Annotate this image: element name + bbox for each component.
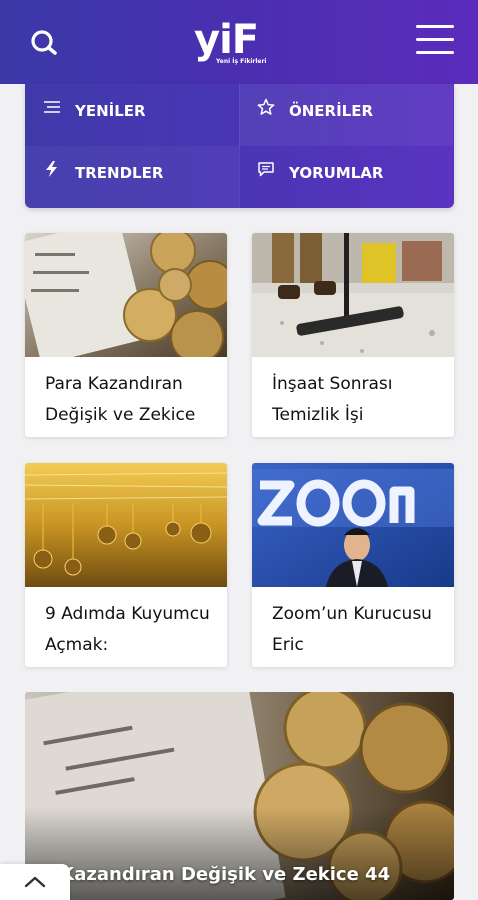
search-button[interactable] <box>26 26 62 60</box>
category-menu: YENİLER ÖNERİLER TRENDLER YORUMLAR <box>25 84 454 208</box>
article-card[interactable]: İnşaat Sonrası Temizlik İşi <box>252 233 454 437</box>
category-label: YENİLER <box>75 102 146 120</box>
article-title[interactable]: Zoom’un Kurucusu Eric <box>272 599 448 661</box>
chevron-up-icon <box>24 876 46 888</box>
hamburger-line <box>416 38 454 41</box>
comment-icon <box>258 162 274 177</box>
category-label: YORUMLAR <box>289 164 384 182</box>
article-thumbnail[interactable] <box>25 233 227 357</box>
hamburger-menu-icon <box>416 25 454 28</box>
category-label: TRENDLER <box>75 164 164 182</box>
featured-article-title[interactable]: ra Kazandıran Değişik ve Zekice 44 <box>33 864 390 885</box>
app-header: yiF Yeni İş Fikirleri <box>0 0 478 84</box>
category-label: ÖNERİLER <box>289 102 374 120</box>
scroll-to-top-button[interactable] <box>0 864 70 900</box>
zoom-founder-photo <box>252 463 454 587</box>
logo-tagline: Yeni İş Fikirleri <box>216 58 267 65</box>
page: yiF Yeni İş Fikirleri YENİLER ÖNERİLER T… <box>0 0 478 900</box>
gold-jewelry-photo <box>25 463 227 587</box>
logo-text: yiF <box>194 17 259 63</box>
hamburger-line <box>416 51 454 54</box>
article-title[interactable]: 9 Adımda Kuyumcu Açmak: <box>45 599 221 661</box>
article-title[interactable]: İnşaat Sonrası Temizlik İşi <box>272 369 448 431</box>
list-icon <box>44 101 60 113</box>
coins-receipt-photo <box>25 233 227 357</box>
category-oneriler[interactable]: ÖNERİLER <box>239 84 453 146</box>
star-icon <box>257 98 275 115</box>
category-trendler[interactable]: TRENDLER <box>25 146 239 208</box>
category-yeniler[interactable]: YENİLER <box>25 84 239 146</box>
hamburger-menu-button[interactable] <box>414 22 456 58</box>
article-card[interactable]: Zoom’un Kurucusu Eric <box>252 463 454 667</box>
article-thumbnail[interactable] <box>252 463 454 587</box>
article-card[interactable]: Para Kazandıran Değişik ve Zekice <box>25 233 227 437</box>
category-yorumlar[interactable]: YORUMLAR <box>239 146 453 208</box>
lightning-icon <box>46 161 57 177</box>
featured-article-card[interactable]: ra Kazandıran Değişik ve Zekice 44 <box>25 692 454 900</box>
vacuum-cleaning-photo <box>252 233 454 357</box>
article-card[interactable]: 9 Adımda Kuyumcu Açmak: <box>25 463 227 667</box>
article-thumbnail[interactable] <box>25 463 227 587</box>
article-thumbnail[interactable] <box>252 233 454 357</box>
article-title[interactable]: Para Kazandıran Değişik ve Zekice <box>45 369 221 431</box>
site-logo[interactable]: yiF Yeni İş Fikirleri <box>190 8 290 72</box>
search-icon <box>31 30 57 55</box>
